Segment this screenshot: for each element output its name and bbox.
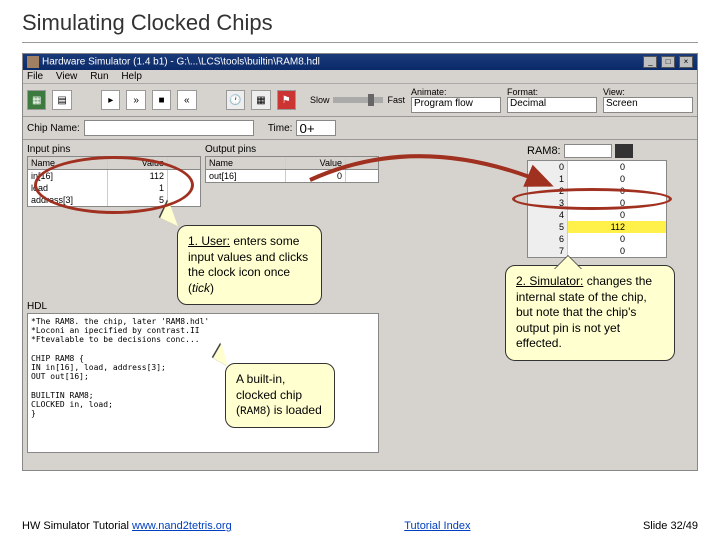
slide-footer: HW Simulator Tutorial www.nand2tetris.or… xyxy=(22,520,698,532)
output-pins-table: NameValue out[16]0 xyxy=(205,156,379,183)
reset-button[interactable]: « xyxy=(177,90,196,110)
ram-label: RAM8: xyxy=(527,145,561,157)
chip-info-bar: Chip Name: Time: xyxy=(23,117,697,140)
table-row: 40 xyxy=(528,209,666,221)
toolbar: ▦ ▤ ▸ » ■ « 🕐 ▦ ⚑ Slow Fast Animate: Pro… xyxy=(23,84,697,117)
footer-link-site[interactable]: www.nand2tetris.org xyxy=(132,520,232,532)
footer-link-index[interactable]: Tutorial Index xyxy=(404,520,470,532)
run-button[interactable]: » xyxy=(126,90,145,110)
format-select[interactable]: Decimal xyxy=(507,97,597,113)
animate-select[interactable]: Program flow xyxy=(411,97,501,113)
stop-button[interactable]: ■ xyxy=(152,90,171,110)
table-row: 5112 xyxy=(528,221,666,233)
menu-help[interactable]: Help xyxy=(121,71,142,82)
table-row: 60 xyxy=(528,233,666,245)
app-icon xyxy=(27,56,39,68)
close-button[interactable]: × xyxy=(679,56,693,68)
view-select[interactable]: Screen xyxy=(603,97,693,113)
chipname-label: Chip Name: xyxy=(27,123,80,134)
window-titlebar: Hardware Simulator (1.4 b1) - G:\...\LCS… xyxy=(23,54,697,70)
binoculars-icon[interactable] xyxy=(615,144,633,158)
callout-simulator: 2. Simulator: changes the internal state… xyxy=(505,265,675,361)
maximize-button[interactable]: □ xyxy=(661,56,675,68)
output-pins-label: Output pins xyxy=(205,144,379,155)
time-label: Time: xyxy=(268,123,293,134)
menu-file[interactable]: File xyxy=(27,71,43,82)
input-pins-label: Input pins xyxy=(27,144,201,155)
ram-highlight-oval xyxy=(512,188,672,210)
speed-fast-label: Fast xyxy=(387,95,405,105)
menu-view[interactable]: View xyxy=(56,71,78,82)
clock-icon[interactable]: 🕐 xyxy=(226,90,245,110)
single-step-button[interactable]: ▸ xyxy=(101,90,120,110)
window-title: Hardware Simulator (1.4 b1) - G:\...\LCS… xyxy=(42,57,320,68)
chipname-field[interactable] xyxy=(84,120,254,136)
load-script-button[interactable]: ▤ xyxy=(52,90,71,110)
speed-control: Slow Fast xyxy=(310,95,405,105)
table-row: 00 xyxy=(528,161,666,173)
input-highlight-oval xyxy=(34,156,194,214)
time-field xyxy=(296,120,336,136)
menu-run[interactable]: Run xyxy=(90,71,108,82)
animate-label: Animate: xyxy=(411,87,501,97)
view-label: View: xyxy=(603,87,693,97)
ram-format-select[interactable] xyxy=(564,144,612,158)
breakpoint-button[interactable]: ⚑ xyxy=(277,90,296,110)
speed-slow-label: Slow xyxy=(310,95,330,105)
callout-user-action: 1. User: enters some input values and cl… xyxy=(177,225,322,305)
format-label: Format: xyxy=(507,87,597,97)
minimize-button[interactable]: _ xyxy=(643,56,657,68)
slide-title: Simulating Clocked Chips xyxy=(22,10,698,43)
table-row: 10 xyxy=(528,173,666,185)
speed-slider[interactable] xyxy=(333,97,383,103)
table-row: out[16]0 xyxy=(206,170,378,182)
callout-chip-loaded: A built-in, clocked chip (RAM8) is loade… xyxy=(225,363,335,428)
slide-number: Slide 32/49 xyxy=(643,520,698,532)
eval-button[interactable]: ▦ xyxy=(251,90,270,110)
menubar: File View Run Help xyxy=(23,70,697,84)
load-chip-button[interactable]: ▦ xyxy=(27,90,46,110)
table-row: 70 xyxy=(528,245,666,257)
simulator-window: Hardware Simulator (1.4 b1) - G:\...\LCS… xyxy=(22,53,698,471)
